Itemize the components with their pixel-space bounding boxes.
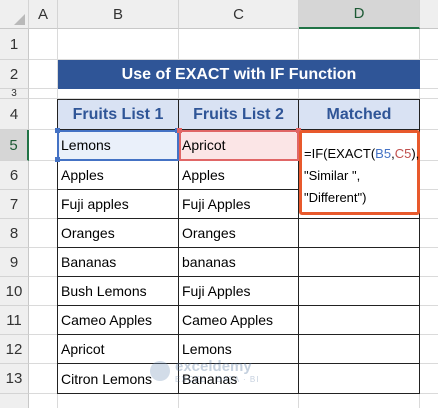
watermark-title: exceldemy (175, 358, 252, 375)
row-header-11[interactable]: 11 (0, 306, 29, 335)
formula-line-3: "Different") (304, 190, 367, 205)
row-header-8[interactable]: 8 (0, 219, 29, 248)
watermark-subtitle: EXCEL · DATA · BI (175, 375, 260, 384)
row-header-14[interactable] (0, 394, 29, 408)
formula-suffix: ), (411, 146, 420, 161)
column-header-d[interactable]: D (299, 0, 420, 29)
title-banner[interactable]: Use of EXACT with IF Function (58, 60, 420, 89)
cell-c7[interactable]: Fuji Apples (179, 190, 299, 219)
header-fruits-list-1[interactable]: Fruits List 1 (57, 99, 179, 130)
cell-b11[interactable]: Cameo Apples (57, 306, 179, 335)
row-header-1[interactable]: 1 (0, 29, 29, 60)
cell-c6[interactable]: Apples (179, 161, 299, 190)
cell-d11[interactable] (299, 306, 420, 335)
exceldemy-logo-icon (150, 361, 170, 381)
formula-edit-box[interactable]: =IF(EXACT(B5,C5), "Similar ", "Different… (299, 130, 420, 215)
cell-c8[interactable]: Oranges (179, 219, 299, 248)
formula-ref-c5: C5 (394, 146, 412, 161)
column-header-e[interactable] (420, 0, 438, 29)
row-header-6[interactable]: 6 (0, 161, 29, 190)
cell-d8[interactable] (299, 219, 420, 248)
column-header-b[interactable]: B (58, 0, 179, 29)
row-header-13[interactable]: 13 (0, 364, 29, 394)
select-all-button[interactable] (0, 0, 29, 29)
header-matched[interactable]: Matched (299, 99, 420, 130)
row-header-10[interactable]: 10 (0, 277, 29, 306)
row-header-3[interactable]: 3 (0, 88, 29, 99)
header-fruits-list-2[interactable]: Fruits List 2 (179, 99, 299, 130)
cell-c11[interactable]: Cameo Apples (179, 306, 299, 335)
spreadsheet-grid[interactable]: A B C D 1 2 3 4 5 6 7 8 9 10 11 12 13 Us… (0, 0, 438, 408)
selection-handle[interactable] (55, 157, 60, 162)
column-header-c[interactable]: C (179, 0, 299, 29)
cell-d10[interactable] (299, 277, 420, 306)
row-header-5[interactable]: 5 (0, 130, 29, 161)
cell-d12[interactable] (299, 335, 420, 364)
cell-d13[interactable] (299, 364, 420, 394)
cell-c10[interactable]: Fuji Apples (179, 277, 299, 306)
formula-line-1: =IF(EXACT(B5,C5), (304, 143, 420, 165)
cell-b8[interactable]: Oranges (57, 219, 179, 248)
watermark: exceldemy EXCEL · DATA · BI (150, 358, 259, 384)
formula-prefix: =IF(EXACT( (304, 146, 376, 161)
cell-b5[interactable]: Lemons (57, 130, 179, 161)
formula-line-2: "Similar ", (304, 168, 361, 183)
cell-b9[interactable]: Bananas (57, 248, 179, 277)
selection-handle[interactable] (55, 128, 60, 133)
cell-b7[interactable]: Fuji apples (57, 190, 179, 219)
row-header-9[interactable]: 9 (0, 248, 29, 277)
row-header-4[interactable]: 4 (0, 99, 29, 130)
row-header-2[interactable]: 2 (0, 60, 29, 89)
selection-handle[interactable] (177, 128, 182, 133)
cell-d9[interactable] (299, 248, 420, 277)
row-header-12[interactable]: 12 (0, 335, 29, 364)
cell-c9[interactable]: bananas (179, 248, 299, 277)
column-header-a[interactable]: A (29, 0, 58, 29)
row-header-7[interactable]: 7 (0, 190, 29, 219)
cell-c5[interactable]: Apricot (179, 130, 299, 161)
cell-b6[interactable]: Apples (57, 161, 179, 190)
formula-ref-b5: B5 (375, 146, 392, 161)
cell-b10[interactable]: Bush Lemons (57, 277, 179, 306)
